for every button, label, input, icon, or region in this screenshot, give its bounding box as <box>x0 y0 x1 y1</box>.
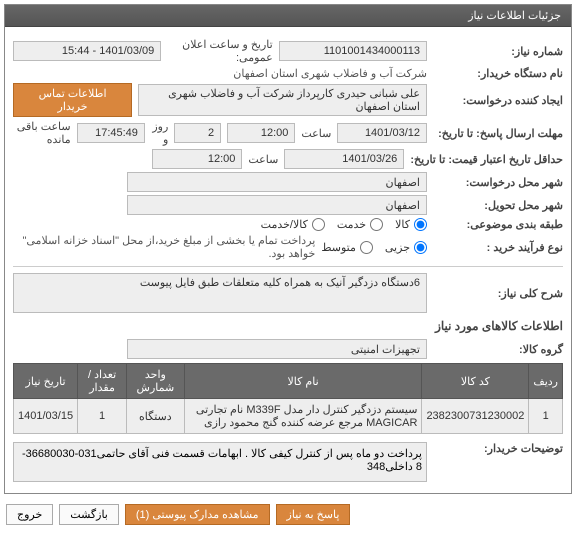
delivery-city-field: اصفهان <box>127 195 427 215</box>
th-idx: ردیف <box>529 364 563 399</box>
deadline-time-field: 12:00 <box>227 123 295 143</box>
cell-qty: 1 <box>78 399 127 434</box>
items-table: ردیف کد کالا نام کالا واحد شمارش تعداد /… <box>13 363 563 434</box>
th-name: نام کالا <box>184 364 422 399</box>
procurement-type-label: نوع فرآیند خرید : <box>433 241 563 254</box>
request-creator-label: ایجاد کننده درخواست: <box>433 94 563 107</box>
category-option-both[interactable]: کالا/خدمت <box>261 218 325 231</box>
request-city-field: اصفهان <box>127 172 427 192</box>
back-button[interactable]: بازگشت <box>59 504 119 525</box>
panel-header: جزئیات اطلاعات نیاز <box>5 5 571 27</box>
deadline-label: مهلت ارسال پاسخ: تا تاریخ: <box>433 127 563 140</box>
divider <box>13 266 563 267</box>
need-number-label: شماره نیاز: <box>433 45 563 58</box>
contact-buyer-button[interactable]: اطلاعات تماس خریدار <box>13 83 132 117</box>
procurement-option-minor[interactable]: جزیی <box>385 241 427 254</box>
category-label: طبقه بندی موضوعی: <box>433 218 563 231</box>
th-date: تاریخ نیاز <box>14 364 78 399</box>
category-radio-service-label: خدمت <box>337 218 366 231</box>
attachments-button[interactable]: مشاهده مدارک پیوستی (1) <box>125 504 270 525</box>
public-date-field: 1401/03/09 - 15:44 <box>13 41 161 61</box>
details-panel: جزئیات اطلاعات نیاز شماره نیاز: 11010014… <box>4 4 572 494</box>
request-city-label: شهر محل درخواست: <box>433 176 563 189</box>
quote-until-date-field: 1401/03/26 <box>284 149 404 169</box>
category-radio-goods[interactable] <box>414 218 427 231</box>
procurement-radio-minor-label: جزیی <box>385 241 410 254</box>
time-label-1: ساعت <box>301 127 331 140</box>
time-label-2: ساعت <box>248 153 278 166</box>
category-option-service[interactable]: خدمت <box>337 218 383 231</box>
exit-button[interactable]: خروج <box>6 504 53 525</box>
table-row: 1 2382300731230002 سیستم دزدگیر کنترل دا… <box>14 399 563 434</box>
delivery-city-label: شهر محل تحویل: <box>433 199 563 212</box>
procurement-radio-group: جزیی متوسط <box>321 241 427 254</box>
category-radio-group: کالا خدمت کالا/خدمت <box>261 218 427 231</box>
buyer-org-value: شرکت آب و فاضلاب شهری استان اصفهان <box>233 67 427 80</box>
item-group-field: تجهیزات امنیتی <box>127 339 427 359</box>
th-code: کد کالا <box>422 364 529 399</box>
cell-idx: 1 <box>529 399 563 434</box>
need-desc-label: شرح کلی نیاز: <box>433 287 563 300</box>
quote-until-time-field: 12:00 <box>152 149 242 169</box>
remain-days-field: 2 <box>174 123 221 143</box>
cell-code: 2382300731230002 <box>422 399 529 434</box>
cell-name: سیستم دزدگیر کنترل دار مدل M339F نام تجا… <box>184 399 422 434</box>
quote-until-label: حداقل تاریخ اعتبار قیمت: تا تاریخ: <box>410 153 563 166</box>
category-radio-both-label: کالا/خدمت <box>261 218 308 231</box>
need-number-field: 1101001434000113 <box>279 41 427 61</box>
th-unit: واحد شمارش <box>127 364 185 399</box>
panel-body: شماره نیاز: 1101001434000113 تاریخ و ساع… <box>5 27 571 493</box>
bottom-button-bar: پاسخ به نیاز مشاهده مدارک پیوستی (1) باز… <box>0 498 576 531</box>
remaining-label: ساعت باقی مانده <box>13 120 71 146</box>
remain-time-field: 17:45:49 <box>77 123 145 143</box>
panel-title: جزئیات اطلاعات نیاز <box>468 10 561 22</box>
public-date-label: تاریخ و ساعت اعلان عمومی: <box>167 38 272 64</box>
th-qty: تعداد / مقدار <box>78 364 127 399</box>
procurement-radio-medium-label: متوسط <box>321 241 356 254</box>
item-group-label: گروه کالا: <box>433 343 563 356</box>
day-and-label: روز و <box>151 120 168 146</box>
category-radio-goods-label: کالا <box>395 218 410 231</box>
request-creator-field: علی شبانی حیدری کارپرداز شرکت آب و فاضلا… <box>138 84 427 116</box>
category-radio-both[interactable] <box>312 218 325 231</box>
buyer-notes-label: توضیحات خریدار: <box>433 442 563 455</box>
procurement-note: پرداخت تمام یا بخشی از مبلغ خرید،از محل … <box>13 234 315 260</box>
category-radio-service[interactable] <box>370 218 383 231</box>
procurement-radio-medium[interactable] <box>360 241 373 254</box>
cell-unit: دستگاه <box>127 399 185 434</box>
procurement-option-medium[interactable]: متوسط <box>321 241 373 254</box>
procurement-radio-minor[interactable] <box>414 241 427 254</box>
items-info-title: اطلاعات کالاهای مورد نیاز <box>13 319 563 333</box>
category-option-goods[interactable]: کالا <box>395 218 427 231</box>
deadline-date-field: 1401/03/12 <box>337 123 427 143</box>
reply-button[interactable]: پاسخ به نیاز <box>276 504 351 525</box>
buyer-notes-textarea[interactable] <box>13 442 427 482</box>
cell-date: 1401/03/15 <box>14 399 78 434</box>
buyer-org-label: نام دستگاه خریدار: <box>433 67 563 80</box>
need-desc-textarea[interactable] <box>13 273 427 313</box>
